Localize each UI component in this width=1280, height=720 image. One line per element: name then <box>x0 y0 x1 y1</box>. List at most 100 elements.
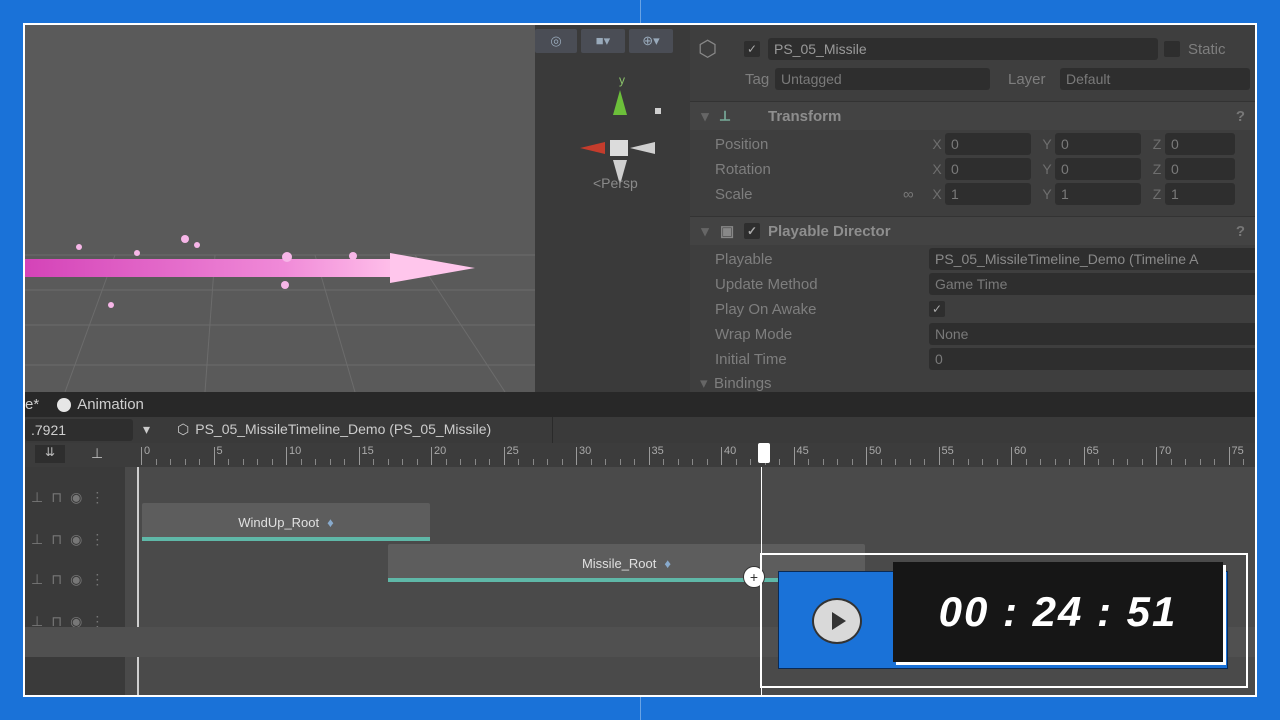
ruler-minor-tick <box>677 459 679 465</box>
ruler-minor-tick <box>750 459 751 465</box>
rotation-z-field[interactable]: 0 <box>1165 158 1235 180</box>
rotation-y-field[interactable]: 0 <box>1055 158 1141 180</box>
ruler-minor-tick <box>518 459 519 465</box>
ruler-tick-label: 65 <box>1086 445 1099 457</box>
lock-icon[interactable]: ⊓ <box>51 571 62 588</box>
lock-icon[interactable]: ⊓ <box>51 489 62 506</box>
active-checkbox[interactable]: ✓ <box>744 41 760 57</box>
playable-field[interactable]: PS_05_MissileTimeline_Demo (Timeline A <box>929 248 1255 270</box>
camera-dropdown-icon[interactable]: ■▾ <box>581 29 625 53</box>
ruler-tick <box>938 447 940 465</box>
ruler-tick-label: 55 <box>941 445 954 457</box>
position-y-field[interactable]: 0 <box>1055 133 1141 155</box>
director-title: Playable Director <box>768 222 891 240</box>
more-icon[interactable]: ⋮ <box>90 571 104 588</box>
scale-x-field[interactable]: 1 <box>945 183 1031 205</box>
pin-icon[interactable]: ⊥ <box>31 531 43 548</box>
ruler-tick <box>793 447 795 465</box>
ruler-minor-tick <box>808 459 809 465</box>
track-header-3[interactable]: ⊥ ⊓ ◉ ⋮ <box>25 561 125 597</box>
ruler-tick-label: 15 <box>361 445 374 457</box>
timeline-asset-breadcrumb[interactable]: ⬡ PS_05_MissileTimeline_Demo (PS_05_Miss… <box>177 421 491 438</box>
perspective-label[interactable]: <Persp <box>593 175 638 191</box>
ruler-tick-label: 60 <box>1014 445 1027 457</box>
gizmos-dropdown-icon[interactable]: ⊕▾ <box>629 29 673 53</box>
track-header-2[interactable]: ⊥ ⊓ ◉ ⋮ <box>25 521 125 557</box>
ruler-tick <box>721 447 722 465</box>
position-x-field[interactable]: 0 <box>945 133 1031 155</box>
ruler-tick <box>1083 447 1085 465</box>
more-icon[interactable]: ⋮ <box>90 489 104 506</box>
tag-layer-row: Tag Untagged Layer Default <box>745 67 1250 91</box>
eye-icon[interactable]: ◉ <box>70 531 82 548</box>
ruler-minor-tick <box>1098 459 1099 465</box>
clock-icon <box>57 397 72 412</box>
pin-icon[interactable]: ⊥ <box>31 571 43 588</box>
timeline-ruler[interactable]: ⇊ ⊥ 0 5 10 15 20 25 30 35 40 45 50 55 60 65 70 75 <box>25 443 1255 467</box>
tab-animation[interactable]: Animation <box>57 396 144 413</box>
scale-label: Scale <box>715 185 753 203</box>
ruler-minor-tick <box>460 459 461 465</box>
play-on-awake-row: Play On Awake ✓ <box>715 297 945 321</box>
tab-timeline[interactable]: e* <box>25 396 39 413</box>
link-icon[interactable]: ∞ <box>903 186 929 203</box>
static-checkbox[interactable] <box>1164 41 1180 57</box>
position-z-field[interactable]: 0 <box>1165 133 1235 155</box>
ruler-minor-tick <box>692 459 693 465</box>
wrap-mode-dropdown[interactable]: None <box>929 323 1255 345</box>
ruler-minor-tick <box>184 459 186 465</box>
playable-director-header[interactable]: ▾ ▣ ✓ Playable Director ? <box>690 216 1255 245</box>
track-header-1[interactable]: ⊥ ⊓ ◉ ⋮ <box>25 479 125 515</box>
y-axis-label: Y <box>1042 161 1052 177</box>
current-time-field[interactable]: .7921 <box>25 419 133 441</box>
tab-animation-label: Animation <box>77 396 144 413</box>
object-name-field[interactable]: PS_05_Missile <box>768 38 1158 60</box>
lock-icon[interactable]: ⊓ <box>51 531 62 548</box>
x-axis-label: X <box>932 136 942 152</box>
add-track-icon[interactable]: ⇊ <box>35 445 65 463</box>
eye-icon[interactable]: ◉ <box>70 571 82 588</box>
tag-dropdown[interactable]: Untagged <box>775 68 990 90</box>
ruler-minor-tick <box>344 459 345 465</box>
ruler-tick <box>358 447 360 465</box>
ruler-minor-tick <box>387 459 389 465</box>
more-icon[interactable]: ⋮ <box>90 531 104 548</box>
scene-view[interactable] <box>25 25 535 392</box>
scale-z-field[interactable]: 1 <box>1165 183 1235 205</box>
ruler-tick-label: 40 <box>724 445 737 457</box>
pin-icon[interactable]: ⊥ <box>91 445 103 462</box>
ruler-minor-tick <box>489 459 490 465</box>
rotation-x-field[interactable]: 0 <box>945 158 1031 180</box>
ruler-minor-tick <box>300 459 302 465</box>
ruler-minor-tick <box>1054 459 1056 465</box>
dropdown-arrow-icon[interactable]: ▾ <box>143 421 150 438</box>
timeline-toolbar: .7921 ▾ ⬡ PS_05_MissileTimeline_Demo (PS… <box>25 417 1255 444</box>
update-method-dropdown[interactable]: Game Time <box>929 273 1255 295</box>
play-icon[interactable] <box>812 598 862 644</box>
layer-dropdown[interactable]: Default <box>1060 68 1250 90</box>
visibility-toggle-icon[interactable]: ◎ <box>535 29 577 53</box>
rotation-label: Rotation <box>715 160 771 178</box>
ruler-minor-tick <box>445 459 447 465</box>
pin-icon[interactable]: ⊥ <box>31 489 43 506</box>
ruler-minor-tick <box>1199 459 1201 465</box>
eye-icon[interactable]: ◉ <box>70 489 82 506</box>
ruler-tick <box>1156 447 1157 465</box>
ruler-tick <box>866 447 867 465</box>
ruler-tick <box>213 447 215 465</box>
help-icon[interactable]: ? <box>1236 108 1245 125</box>
ruler-minor-tick <box>373 459 374 465</box>
ruler-minor-tick <box>1127 459 1128 465</box>
help-icon[interactable]: ? <box>1236 223 1245 240</box>
playhead-handle[interactable] <box>758 443 770 463</box>
scale-y-field[interactable]: 1 <box>1055 183 1141 205</box>
transform-header[interactable]: ▾ ⟂ Transform ? <box>690 101 1255 130</box>
director-enabled-checkbox[interactable]: ✓ <box>744 223 760 239</box>
ruler-minor-tick <box>1025 459 1027 465</box>
play-on-awake-checkbox[interactable]: ✓ <box>929 301 945 317</box>
initial-time-field[interactable]: 0 <box>929 348 1255 370</box>
clip-windup-root[interactable]: WindUp_Root ♦ <box>142 503 430 541</box>
ruler-minor-tick <box>1141 459 1143 465</box>
ruler-minor-tick <box>474 459 476 465</box>
ruler-minor-tick <box>1185 459 1186 465</box>
